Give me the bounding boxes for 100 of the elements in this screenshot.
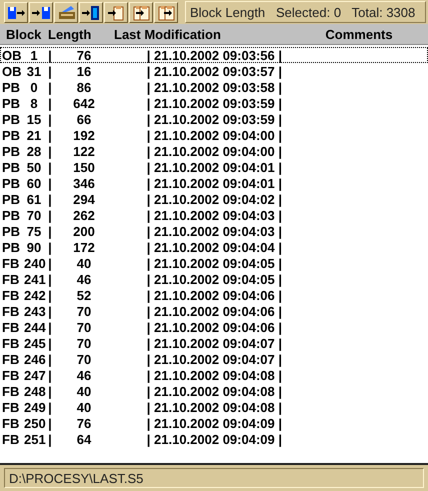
column-separator: | bbox=[47, 48, 53, 62]
block-type: PB bbox=[2, 240, 22, 254]
block-number: 248 bbox=[24, 384, 44, 398]
block-length: 76 bbox=[76, 416, 92, 430]
block-number: 251 bbox=[24, 432, 44, 446]
column-separator: | bbox=[47, 352, 53, 366]
block-type: FB bbox=[2, 320, 20, 334]
block-number: 245 bbox=[24, 336, 44, 350]
list-row[interactable]: OB 1 | 76 | 21.10.2002 09:03:56 | bbox=[0, 47, 428, 63]
block-number: 242 bbox=[24, 288, 44, 302]
block-length: 200 bbox=[72, 224, 96, 238]
file-path: D:\PROCESY\LAST.S5 bbox=[9, 470, 144, 486]
block-number: 15 bbox=[26, 112, 42, 126]
column-separator: | bbox=[47, 256, 53, 270]
block-type: FB bbox=[2, 400, 20, 414]
block-number: 75 bbox=[26, 224, 42, 238]
block-number: 50 bbox=[26, 160, 42, 174]
toolbar-button[interactable] bbox=[129, 2, 153, 22]
block-number: 241 bbox=[24, 272, 44, 286]
block-length: 66 bbox=[76, 112, 92, 126]
block-length: 346 bbox=[72, 176, 96, 190]
column-separator: | bbox=[47, 400, 53, 414]
block-length: 46 bbox=[76, 368, 92, 382]
block-number: 246 bbox=[24, 352, 44, 366]
block-length: 70 bbox=[76, 336, 92, 350]
block-length: 52 bbox=[76, 288, 92, 302]
column-separator: | bbox=[47, 240, 53, 254]
column-separator: | bbox=[47, 384, 53, 398]
block-length: 70 bbox=[76, 352, 92, 366]
modification-date: | 21.10.2002 09:03:59 | bbox=[146, 96, 282, 110]
modification-date: | 21.10.2002 09:03:59 | bbox=[146, 112, 282, 126]
block-type: FB bbox=[2, 256, 20, 270]
modification-date: | 21.10.2002 09:04:07 | bbox=[146, 352, 282, 366]
block-number: 250 bbox=[24, 416, 44, 430]
toolbar-button[interactable] bbox=[54, 2, 78, 22]
column-separator: | bbox=[47, 176, 53, 190]
block-number: 90 bbox=[26, 240, 42, 254]
column-header[interactable]: Last Modification bbox=[114, 26, 290, 42]
block-type: FB bbox=[2, 352, 20, 366]
column-separator: | bbox=[47, 224, 53, 238]
block-number: 249 bbox=[24, 400, 44, 414]
modification-date: | 21.10.2002 09:04:08 | bbox=[146, 368, 282, 382]
column-header[interactable]: Length bbox=[48, 26, 114, 42]
column-separator: | bbox=[47, 64, 53, 78]
block-number: 60 bbox=[26, 176, 42, 190]
column-separator: | bbox=[47, 128, 53, 142]
toolbar-button[interactable] bbox=[154, 2, 178, 22]
block-type: FB bbox=[2, 304, 20, 318]
modification-date: | 21.10.2002 09:03:56 | bbox=[146, 48, 282, 62]
block-length: 294 bbox=[72, 192, 96, 206]
block-number: 1 bbox=[29, 48, 39, 62]
toolbar-button[interactable] bbox=[4, 2, 28, 22]
block-type: FB bbox=[2, 336, 20, 350]
block-type: FB bbox=[2, 288, 20, 302]
block-length: 172 bbox=[72, 240, 96, 254]
modification-date: | 21.10.2002 09:04:09 | bbox=[146, 416, 282, 430]
block-length: 192 bbox=[72, 128, 96, 142]
modification-date: | 21.10.2002 09:04:03 | bbox=[146, 208, 282, 222]
block-type: FB bbox=[2, 416, 20, 430]
block-type: PB bbox=[2, 160, 22, 174]
column-separator: | bbox=[47, 368, 53, 382]
block-number: 21 bbox=[26, 128, 42, 142]
printer-icon bbox=[57, 4, 75, 20]
block-length: 70 bbox=[76, 320, 92, 334]
block-length: 150 bbox=[72, 160, 96, 174]
column-header[interactable]: Comments bbox=[290, 26, 428, 42]
toolbar-button[interactable] bbox=[29, 2, 53, 22]
block-type: OB bbox=[2, 48, 22, 62]
column-separator: | bbox=[47, 112, 53, 126]
column-separator: | bbox=[47, 272, 53, 286]
block-number: 0 bbox=[29, 80, 39, 94]
block-length: 86 bbox=[76, 80, 92, 94]
modification-date: | 21.10.2002 09:04:06 | bbox=[146, 320, 282, 334]
column-separator: | bbox=[47, 320, 53, 334]
column-header[interactable]: Block bbox=[0, 26, 48, 42]
block-length: 262 bbox=[72, 208, 96, 222]
status-text: Block Length Selected: 0 Total: 3308 bbox=[190, 4, 416, 20]
block-type: PB bbox=[2, 80, 22, 94]
block-type: PB bbox=[2, 176, 22, 190]
block-type: PB bbox=[2, 224, 22, 238]
block-length: 46 bbox=[76, 272, 92, 286]
block-length: 40 bbox=[76, 256, 92, 270]
modification-date: | 21.10.2002 09:04:01 | bbox=[146, 160, 282, 174]
block-length: 64 bbox=[76, 432, 92, 446]
column-separator: | bbox=[47, 160, 53, 174]
clipboard-arrow-icon bbox=[157, 4, 175, 20]
clipboard-arrow-icon bbox=[132, 4, 150, 20]
block-type: FB bbox=[2, 368, 20, 382]
column-separator: | bbox=[47, 288, 53, 302]
toolbar-button[interactable] bbox=[79, 2, 103, 22]
block-number: 243 bbox=[24, 304, 44, 318]
column-separator: | bbox=[47, 336, 53, 350]
column-separator: | bbox=[47, 208, 53, 222]
toolbar-button[interactable] bbox=[104, 2, 128, 22]
modification-date: | 21.10.2002 09:04:08 | bbox=[146, 400, 282, 414]
block-number: 70 bbox=[26, 208, 42, 222]
block-number: 28 bbox=[26, 144, 42, 158]
column-separator: | bbox=[47, 144, 53, 158]
block-number: 244 bbox=[24, 320, 44, 334]
modification-date: | 21.10.2002 09:04:03 | bbox=[146, 224, 282, 238]
